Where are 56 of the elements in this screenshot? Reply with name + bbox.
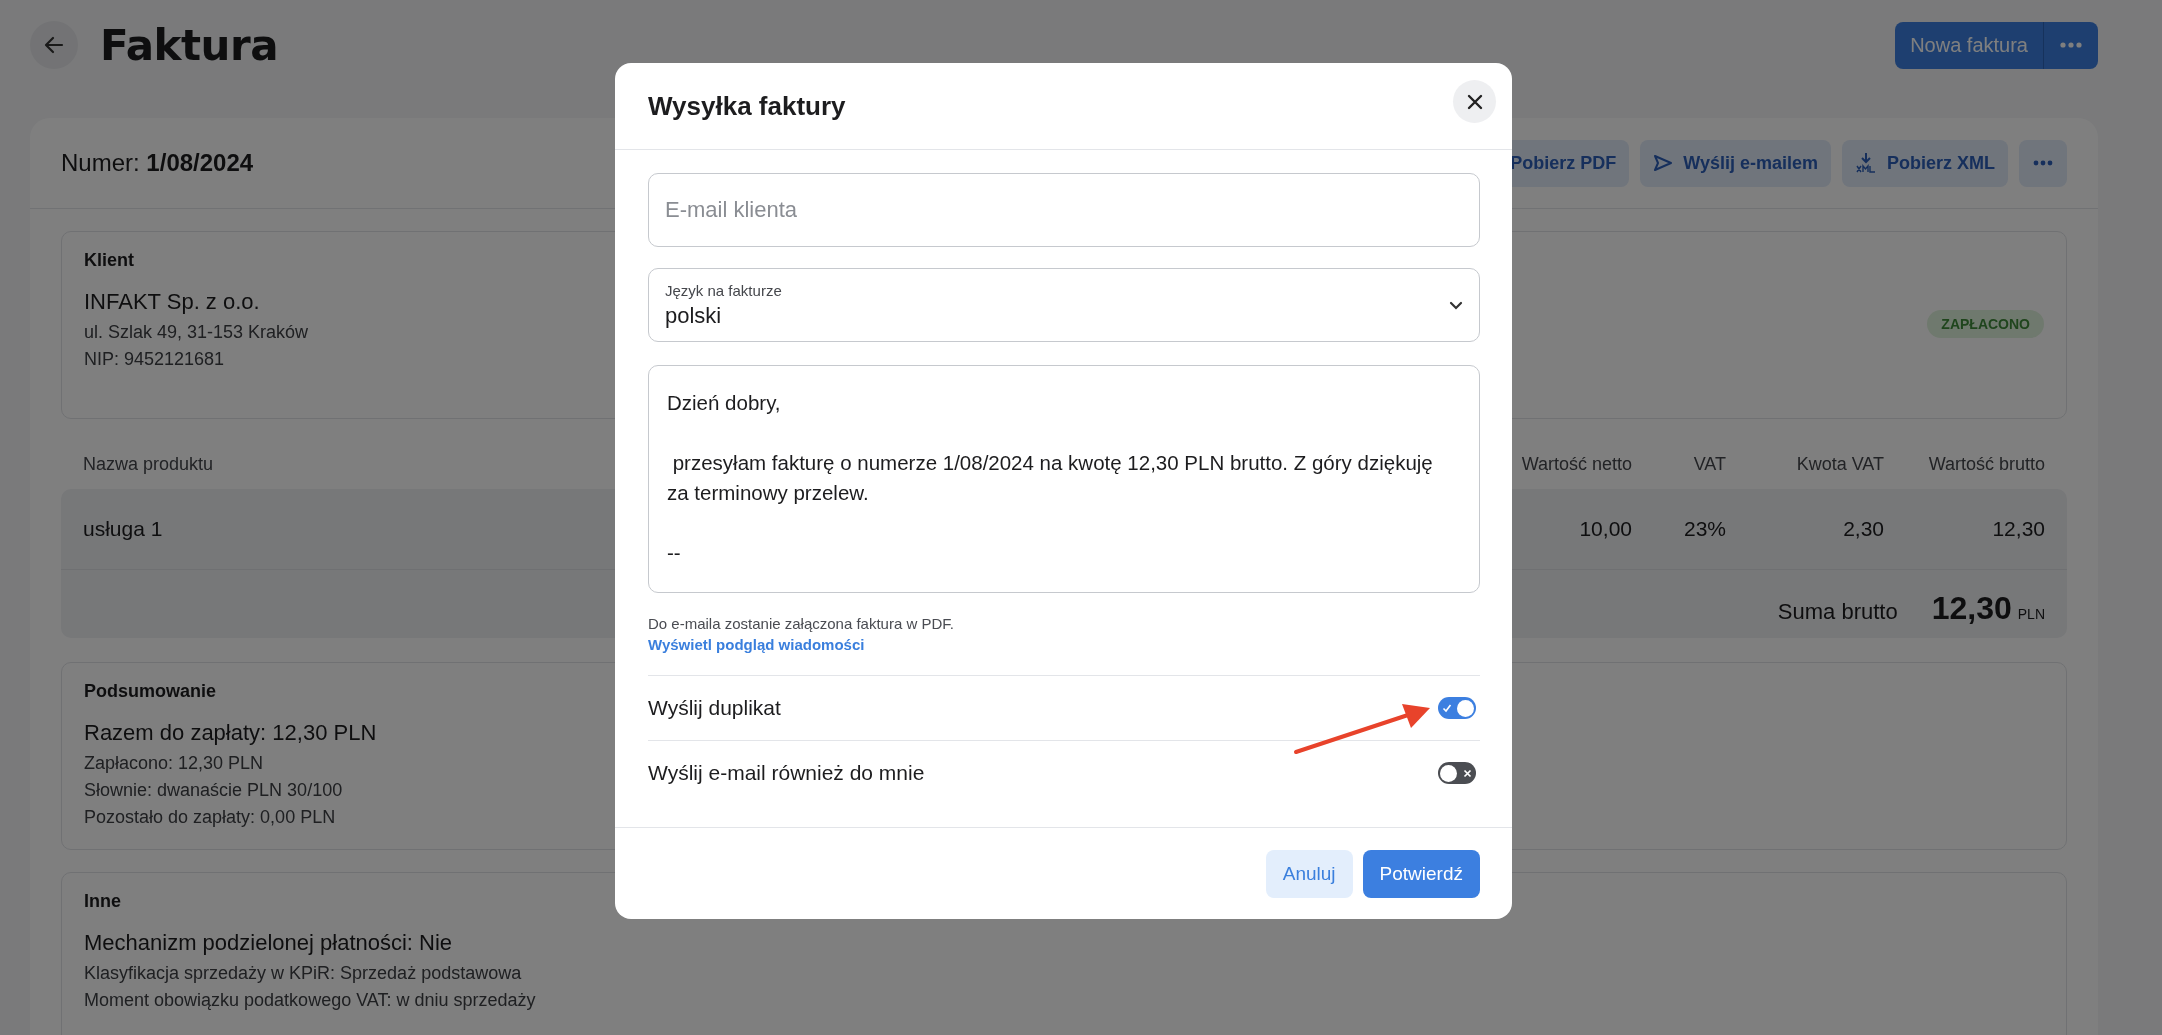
invoice-number: Numer: 1/08/2024 <box>61 149 254 177</box>
summary-line: Pozostało do zapłaty: 0,00 PLN <box>84 806 336 829</box>
page-title: Faktura <box>100 20 279 70</box>
more-button[interactable] <box>2019 139 2067 187</box>
summary-line: Słownie: dwanaście PLN 30/100 <box>84 779 343 802</box>
xml-download-icon <box>1855 152 1877 174</box>
section-heading: Klient <box>84 250 134 271</box>
email-field[interactable]: E-mail klienta <box>648 173 1480 247</box>
send-email-button[interactable]: Wyślij e-mailem <box>1640 139 1831 187</box>
more-button[interactable] <box>2044 21 2098 69</box>
send-icon <box>1653 154 1674 172</box>
dialog-title: Wysyłka faktury <box>648 90 846 122</box>
preview-link[interactable]: Wyświetl podgląd wiadomości <box>648 636 865 653</box>
column-header: Wartość brutto <box>1928 453 2045 474</box>
section-heading: Inne <box>84 891 121 912</box>
section-heading: Podsumowanie <box>84 681 217 702</box>
attachment-note: Do e-maila zostanie załączona faktura w PDF. <box>648 615 955 632</box>
table-cell: 23% <box>1683 517 1726 540</box>
more-icon <box>2060 42 2082 48</box>
client-nip: NIP: 9452121681 <box>84 348 225 371</box>
table-cell: 2,30 <box>1843 517 1884 540</box>
column-header: Nazwa produktu <box>83 453 214 474</box>
column-header: Wartość netto <box>1521 453 1632 474</box>
toggle-label: Wyślij e-mail również do mnie <box>648 761 925 785</box>
confirm-button[interactable]: Potwierdź <box>1362 849 1480 898</box>
check-icon <box>1442 703 1452 713</box>
total-label: Suma brutto <box>1777 599 1898 625</box>
language-select[interactable]: Język na fakturze polski <box>648 268 1480 342</box>
back-button[interactable] <box>30 21 78 69</box>
table-cell: usługa 1 <box>83 517 163 540</box>
summary-total: Razem do zapłaty: 12,30 PLN <box>84 720 377 746</box>
client-name: INFAKT Sp. z o.o. <box>84 289 260 315</box>
status-badge: ZAPŁACONO <box>1927 310 2044 338</box>
cancel-button[interactable]: Anuluj <box>1265 849 1353 898</box>
message-field[interactable]: Dzień dobry, przesyłam fakturę o numerze 1/08/2024 na kwotę 12,30 PLN brutto. Z góry dziękuję za terminowy przelew. -- <box>648 365 1480 593</box>
toggle-label: Wyślij duplikat <box>648 696 781 720</box>
total-currency: PLN <box>2017 606 2045 622</box>
split-payment-info: Mechanizm podzielonej płatności: Nie <box>84 930 453 956</box>
download-xml-button[interactable]: Pobierz XML <box>1842 139 2008 187</box>
x-icon <box>1463 768 1472 778</box>
chevron-down-icon <box>1449 300 1463 310</box>
close-icon <box>1466 93 1483 110</box>
column-header: VAT <box>1693 453 1726 474</box>
more-icon <box>2033 160 2053 166</box>
table-cell: 12,30 <box>1992 517 2045 540</box>
summary-line: Zapłacono: 12,30 PLN <box>84 752 264 775</box>
other-line: Moment obowiązku podatkowego VAT: w dniu sprzedaży <box>84 989 536 1012</box>
new-invoice-button[interactable]: Nowa faktura <box>1895 21 2044 69</box>
toggle-switch[interactable] <box>1438 762 1476 784</box>
other-line: Klasyfikacja sprzedaży w KPiR: Sprzedaż podstawowa <box>84 962 522 985</box>
total-amount: 12,30 <box>1931 590 2012 627</box>
column-header: Kwota VAT <box>1796 453 1884 474</box>
table-cell: 10,00 <box>1579 517 1632 540</box>
close-button[interactable] <box>1453 80 1496 123</box>
client-address: ul. Szlak 49, 31-153 Kraków <box>84 321 309 344</box>
toggle-switch[interactable] <box>1438 697 1476 719</box>
